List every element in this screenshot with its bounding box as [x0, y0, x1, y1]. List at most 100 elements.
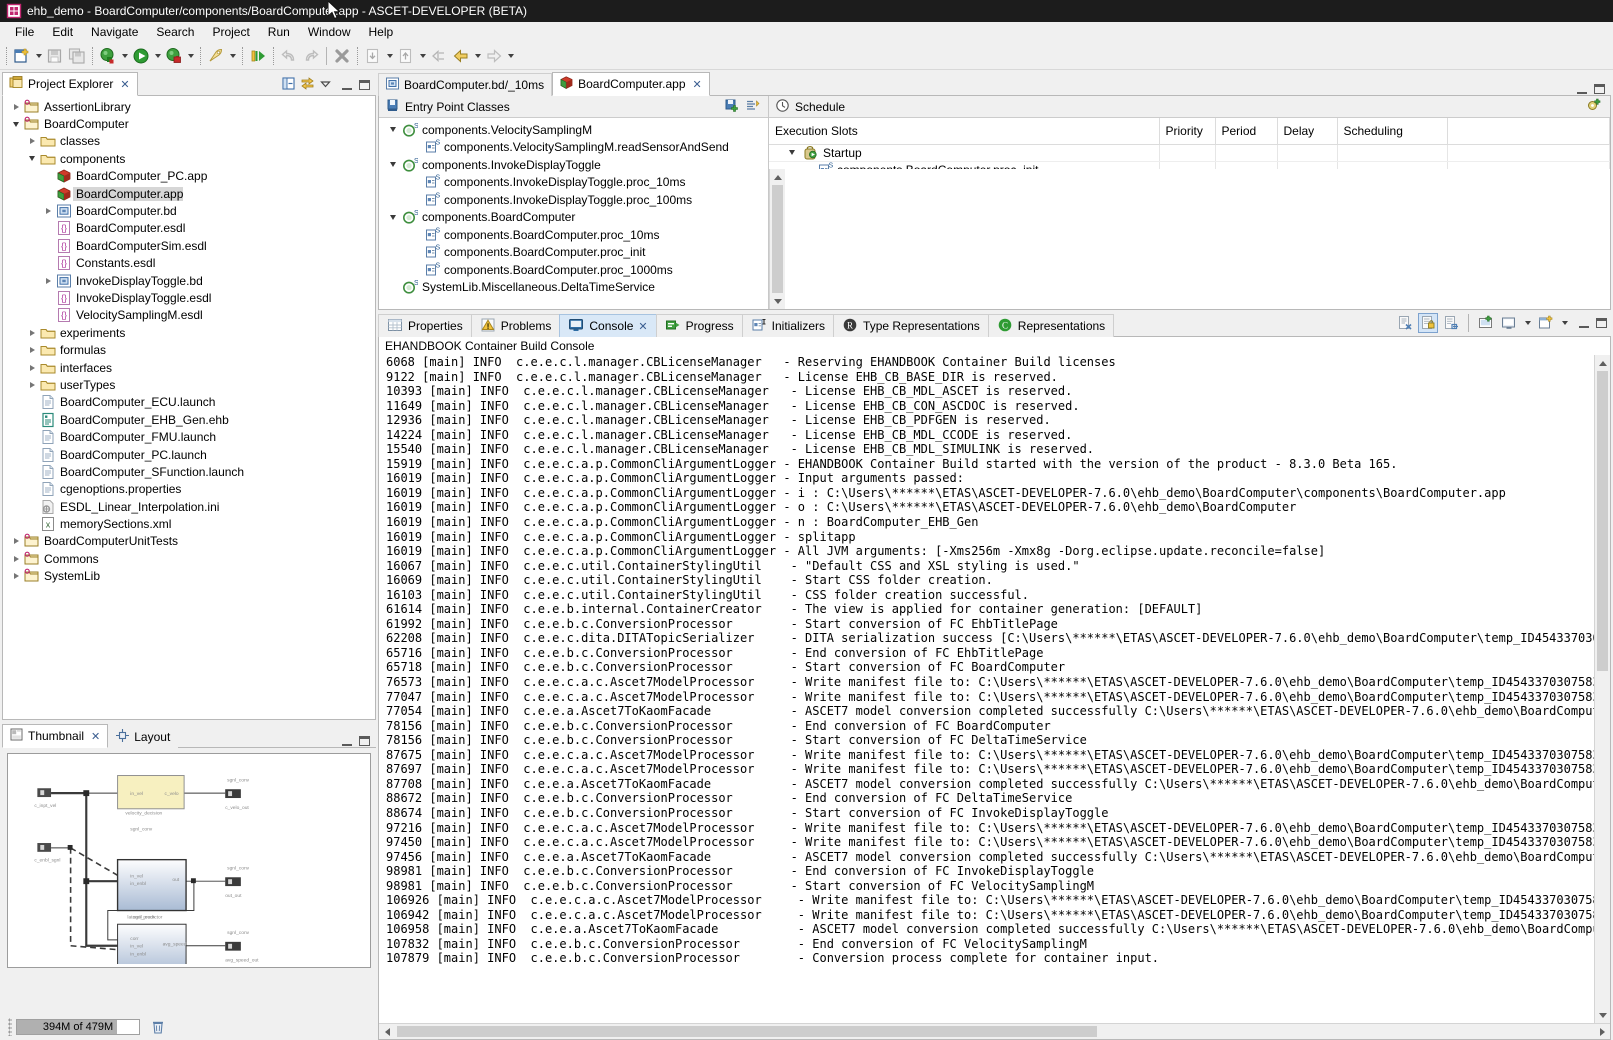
forward-dropdown[interactable] — [505, 45, 516, 67]
build-experiment-icon[interactable] — [205, 45, 227, 67]
redo-icon[interactable] — [300, 45, 322, 67]
scroll-track[interactable] — [770, 185, 785, 293]
scroll-down-arrow[interactable] — [770, 293, 785, 309]
minimize-icon[interactable] — [342, 81, 352, 90]
open-console-dropdown[interactable] — [1522, 312, 1533, 334]
scroll-right-arrow[interactable] — [1594, 1024, 1610, 1040]
tree-item-velocitysamplingm-esdl[interactable]: {}VelocitySamplingM.esdl — [3, 307, 375, 324]
scroll-thumb[interactable] — [397, 1026, 1097, 1037]
new-wizard-icon[interactable] — [11, 45, 33, 67]
schedule-column-header[interactable]: Period — [1215, 118, 1277, 144]
entry-point-item[interactable]: Scomponents.VelocitySamplingM — [379, 121, 768, 139]
tree-item-boardcomputer-fmu-launch[interactable]: BoardComputer_FMU.launch — [3, 428, 375, 445]
tree-item-boardcomputer-pc-app[interactable]: BoardComputer_PC.app — [3, 168, 375, 185]
scroll-down-arrow[interactable] — [1595, 1007, 1610, 1023]
open-console-icon[interactable] — [1499, 313, 1519, 333]
tab-layout[interactable]: Layout — [108, 725, 178, 748]
export-icon[interactable] — [395, 45, 417, 67]
tab-properties[interactable]: Properties — [378, 314, 472, 337]
chevron-right-icon[interactable] — [9, 556, 23, 562]
undo-icon[interactable] — [278, 45, 300, 67]
tree-item-boardcomputer-sfunction-launch[interactable]: BoardComputer_SFunction.launch — [3, 463, 375, 480]
entry-point-item[interactable]: SSystemLib.Miscellaneous.DeltaTimeServic… — [379, 279, 768, 297]
entry-point-item[interactable]: Scomponents.BoardComputer.proc_10ms — [379, 226, 768, 244]
tree-item-memorysections-xml[interactable]: xmemorySections.xml — [3, 515, 375, 532]
chevron-down-icon[interactable] — [785, 150, 799, 155]
schedule-scheduling-cell[interactable] — [1337, 144, 1447, 162]
save-icon[interactable] — [44, 45, 66, 67]
schedule-period-cell[interactable] — [1215, 144, 1277, 162]
schedule-column-header[interactable]: Priority — [1159, 118, 1215, 144]
minimize-icon[interactable] — [1579, 319, 1589, 328]
entry-point-item[interactable]: Scomponents.BoardComputer — [379, 209, 768, 227]
maximize-icon[interactable] — [1596, 318, 1607, 328]
entry-point-item[interactable]: Scomponents.InvokeDisplayToggle.proc_100… — [379, 191, 768, 209]
menu-item-run[interactable]: Run — [259, 23, 299, 41]
menu-item-navigate[interactable]: Navigate — [82, 23, 147, 41]
tree-item-cgenoptions-properties[interactable]: cgenoptions.properties — [3, 481, 375, 498]
thumbnail-canvas[interactable]: c_inpt_vel c_enbl_sgnl in_vel c_velo sgn… — [7, 753, 371, 968]
tab-problems[interactable]: Problems — [471, 314, 561, 337]
new-console-view-icon[interactable] — [1536, 313, 1556, 333]
tree-item-boardcomputer-ecu-launch[interactable]: BoardComputer_ECU.launch — [3, 394, 375, 411]
schedule-scheduling-cell[interactable] — [1337, 162, 1447, 169]
tree-item-components[interactable]: components — [3, 150, 375, 167]
menu-item-file[interactable]: File — [6, 23, 43, 41]
chevron-down-icon[interactable] — [385, 127, 401, 132]
chevron-right-icon[interactable] — [9, 104, 23, 110]
maximize-icon[interactable] — [1594, 84, 1605, 94]
trash-icon[interactable] — [146, 1017, 170, 1037]
menu-item-help[interactable]: Help — [360, 23, 403, 41]
chevron-down-icon[interactable] — [9, 122, 23, 127]
console-vertical-scrollbar[interactable] — [1594, 355, 1610, 1023]
menu-item-search[interactable]: Search — [147, 23, 203, 41]
tree-item-boardcomputer-pc-launch[interactable]: BoardComputer_PC.launch — [3, 446, 375, 463]
close-icon[interactable]: ✕ — [638, 320, 647, 333]
back-icon[interactable] — [450, 45, 472, 67]
back-dropdown[interactable] — [472, 45, 483, 67]
schedule-table[interactable]: Execution SlotsPriorityPeriodDelaySchedu… — [769, 118, 1610, 169]
save-all-icon[interactable] — [66, 45, 88, 67]
import-icon[interactable] — [362, 45, 384, 67]
console-output[interactable]: 6068 [main] INFO c.e.e.c.l.manager.CBLic… — [379, 355, 1594, 1023]
external-tools-icon[interactable] — [163, 45, 185, 67]
tree-item-assertionlibrary[interactable]: AssertionLibrary — [3, 98, 375, 115]
schedule-column-header[interactable] — [1447, 118, 1610, 144]
minimize-icon[interactable] — [1577, 85, 1587, 94]
scroll-up-arrow[interactable] — [1595, 355, 1610, 371]
scroll-left-arrow[interactable] — [379, 1024, 395, 1040]
entry-point-item[interactable]: Scomponents.InvokeDisplayToggle.proc_10m… — [379, 174, 768, 192]
entry-point-classes-tree[interactable]: Scomponents.VelocitySamplingMScomponents… — [379, 118, 768, 309]
tree-item-boardcomputersim-esdl[interactable]: {}BoardComputerSim.esdl — [3, 237, 375, 254]
chevron-down-icon[interactable] — [25, 156, 39, 161]
tree-item-experiments[interactable]: experiments — [3, 324, 375, 341]
build-dropdown[interactable] — [227, 45, 238, 67]
schedule-vertical-scrollbar[interactable] — [769, 169, 785, 309]
schedule-priority-cell[interactable] — [1159, 162, 1215, 169]
import-dropdown[interactable] — [384, 45, 395, 67]
new-console-dropdown[interactable] — [1559, 312, 1570, 334]
entry-point-item[interactable]: Scomponents.InvokeDisplayToggle — [379, 156, 768, 174]
add-entry-point-icon[interactable] — [724, 98, 739, 116]
project-tree[interactable]: AssertionLibraryBoardComputerclassescomp… — [3, 96, 375, 585]
tree-item-usertypes[interactable]: userTypes — [3, 376, 375, 393]
console-horizontal-scrollbar[interactable] — [379, 1023, 1610, 1039]
schedule-row[interactable]: Startup — [769, 144, 1610, 162]
tree-item-boardcomputer-ehb-gen-ehb[interactable]: BoardComputer_EHB_Gen.ehb — [3, 411, 375, 428]
add-task-icon[interactable] — [1586, 97, 1602, 116]
collapse-all-icon[interactable] — [281, 76, 296, 94]
chevron-right-icon[interactable] — [41, 208, 55, 214]
step-icon[interactable] — [247, 45, 269, 67]
schedule-column-header[interactable]: Execution Slots — [769, 118, 1159, 144]
close-icon[interactable]: ✕ — [693, 78, 702, 91]
tree-item-boardcomputer-bd[interactable]: BoardComputer.bd — [3, 202, 375, 219]
run-icon[interactable] — [130, 45, 152, 67]
entry-point-item[interactable]: Scomponents.VelocitySamplingM.readSensor… — [379, 139, 768, 157]
tab-representations[interactable]: CRepresentations — [988, 314, 1114, 337]
pin-console-icon[interactable] — [1441, 313, 1461, 333]
tab-progress[interactable]: Progress — [656, 314, 743, 337]
delete-icon[interactable] — [331, 45, 353, 67]
maximize-icon[interactable] — [359, 736, 370, 746]
chevron-right-icon[interactable] — [25, 330, 39, 336]
close-icon[interactable]: ✕ — [91, 730, 100, 743]
